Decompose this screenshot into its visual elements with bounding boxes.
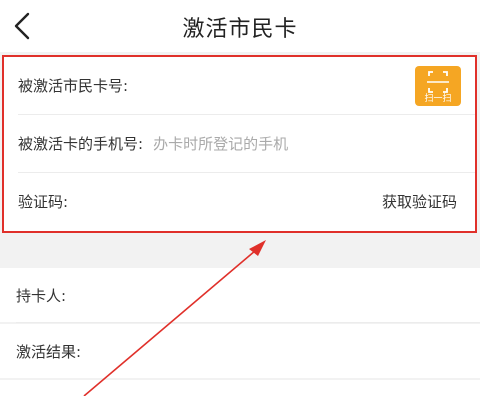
code-row[interactable]: 验证码: 获取验证码: [4, 173, 475, 230]
card-number-label: 被激活市民卡号:: [18, 77, 129, 95]
phone-row[interactable]: 被激活卡的手机号: 办卡时所登记的手机: [4, 115, 475, 172]
result-row: 激活结果:: [0, 324, 480, 378]
phone-input[interactable]: 办卡时所登记的手机: [153, 133, 288, 154]
scan-button-label: 扫一扫: [424, 94, 452, 104]
result-label: 激活结果:: [16, 342, 82, 361]
page-title: 激活市民卡: [182, 17, 298, 42]
phone-label: 被激活卡的手机号:: [18, 135, 144, 153]
holder-label: 持卡人:: [16, 286, 67, 305]
activation-form: 被激活市民卡号: 扫一扫 被激活卡的手机号: 办卡时所登记的手机 验证码: 获取…: [2, 55, 477, 233]
navigation-bar: 激活市民卡: [0, 0, 480, 52]
scan-button[interactable]: 扫一扫: [415, 66, 461, 106]
code-label: 验证码:: [18, 193, 69, 211]
divider: [16, 322, 480, 323]
card-number-row[interactable]: 被激活市民卡号: 扫一扫: [4, 57, 475, 114]
bottom-area: [0, 380, 480, 396]
holder-row: 持卡人:: [0, 268, 480, 322]
get-code-button[interactable]: 获取验证码: [382, 191, 457, 212]
